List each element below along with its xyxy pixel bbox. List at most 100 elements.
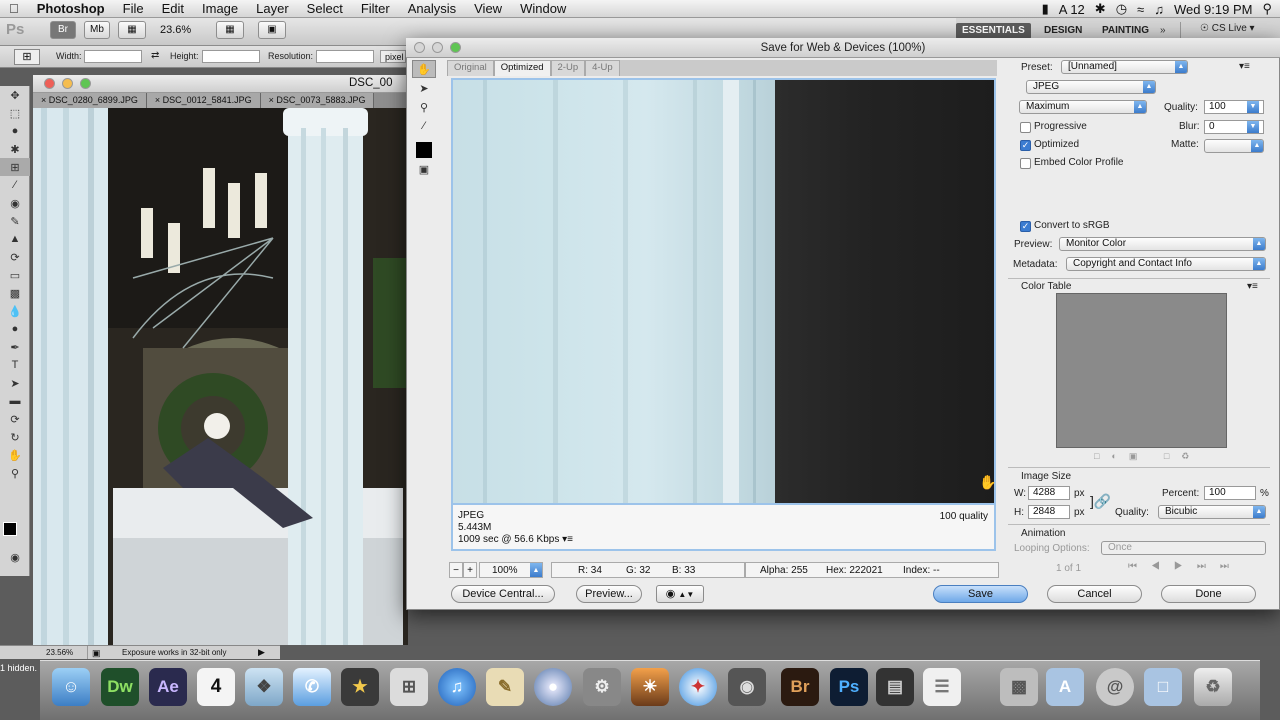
finder-icon[interactable]: ☺ — [52, 668, 90, 706]
preview-app-icon[interactable]: ❖ — [245, 668, 283, 706]
input-badge[interactable]: A 12 — [1059, 2, 1085, 17]
cs-live-button[interactable]: ☉ CS Live ▾ — [1200, 23, 1255, 34]
progressive-checkbox[interactable] — [1020, 122, 1031, 133]
dialog-close-icon[interactable] — [414, 42, 425, 53]
quick-select-tool-icon[interactable]: ✱ — [0, 140, 30, 158]
wifi-icon[interactable]: ≈ — [1137, 2, 1144, 17]
looping-select[interactable]: Once — [1101, 541, 1266, 555]
bridge-button[interactable]: Br — [50, 21, 76, 39]
menu-app[interactable]: Photoshop — [28, 0, 114, 18]
doc-tab[interactable]: × DSC_0012_5841.JPG — [146, 93, 261, 108]
percent-field[interactable]: 100 — [1204, 486, 1256, 500]
screen-mode-icon[interactable]: ▣ — [258, 21, 286, 39]
crop-tool-icon[interactable]: ⊞ — [0, 158, 30, 176]
zoom-out-icon[interactable]: − — [449, 562, 463, 578]
width-field[interactable] — [84, 50, 142, 63]
status-arrow-icon[interactable]: ▶ — [258, 646, 265, 659]
workspace-menu-icon[interactable]: » — [1160, 25, 1166, 36]
color-table-menu-icon[interactable]: ▾≡ — [1247, 281, 1258, 292]
healing-tool-icon[interactable]: ◉ — [0, 194, 30, 212]
embed-profile-checkbox[interactable] — [1020, 158, 1031, 169]
tab-original[interactable]: Original — [447, 60, 494, 76]
apple-icon[interactable]:  — [0, 0, 28, 18]
zoom-in-icon[interactable]: + — [463, 562, 477, 578]
volume-icon[interactable]: ♫ — [1154, 2, 1164, 17]
itunes-icon[interactable]: ♫ — [438, 668, 476, 706]
eyedropper-tool-icon[interactable]: ⁄ — [0, 176, 30, 194]
color-table[interactable] — [1056, 293, 1227, 448]
workspace-painting[interactable]: PAINTING — [1096, 23, 1155, 39]
browser-select[interactable]: ◉ ▲▼ — [656, 585, 704, 603]
save-button[interactable]: Save — [933, 585, 1028, 603]
convert-srgb-checkbox[interactable]: ✓ — [1020, 221, 1031, 232]
bluetooth-icon[interactable]: ✱ — [1095, 1, 1106, 17]
marquee-tool-icon[interactable]: ⬚ — [0, 104, 30, 122]
done-button[interactable]: Done — [1161, 585, 1256, 603]
clock[interactable]: Wed 9:19 PM — [1174, 2, 1253, 17]
ical-icon[interactable]: 4 — [197, 668, 235, 706]
slice-select-tool-icon[interactable]: ➤ — [412, 79, 436, 97]
zoom-tool-icon[interactable]: ⚲ — [0, 464, 30, 482]
3d-orbit-tool-icon[interactable]: ↻ — [0, 428, 30, 446]
brush-tool-icon[interactable]: ✎ — [0, 212, 30, 230]
zoom-select[interactable]: 100% ▲ — [479, 562, 543, 578]
matte-select[interactable]: ▲ — [1204, 139, 1264, 153]
menu-select[interactable]: Select — [298, 0, 352, 18]
tab-optimized[interactable]: Optimized — [493, 60, 551, 76]
dvd-player-icon[interactable]: ● — [534, 668, 572, 706]
safari-icon[interactable]: ✦ — [679, 668, 717, 706]
menu-layer[interactable]: Layer — [247, 0, 298, 18]
quick-mask-icon[interactable]: ◉ — [0, 548, 30, 566]
script-editor-icon[interactable]: ✎ — [486, 668, 524, 706]
calculator-icon[interactable]: ⊞ — [390, 668, 428, 706]
status-icon[interactable]: ▣ — [92, 647, 101, 660]
metadata-select[interactable]: Copyright and Contact Info ▲ — [1066, 257, 1266, 271]
dialog-minimize-icon[interactable] — [432, 42, 443, 53]
blur-tool-icon[interactable]: 💧 — [0, 302, 30, 320]
resolution-field[interactable] — [316, 50, 374, 63]
quality-arrow-icon[interactable]: ▼ — [1247, 101, 1259, 113]
ichat-icon[interactable]: ✆ — [293, 668, 331, 706]
textedit-icon[interactable]: ☰ — [923, 668, 961, 706]
swap-icon[interactable]: ⇄ — [151, 50, 159, 61]
foreground-color-swatch[interactable] — [3, 522, 17, 536]
resample-select[interactable]: Bicubic ▲ — [1158, 505, 1266, 519]
frame-nav-buttons[interactable]: ⏮◀▶⏭⏭ — [1128, 561, 1243, 572]
minimize-icon[interactable] — [62, 78, 73, 89]
width-field[interactable]: 4288 — [1028, 486, 1070, 500]
dodge-tool-icon[interactable]: ● — [0, 320, 30, 338]
preview-button[interactable]: Preview... — [576, 585, 642, 603]
menu-filter[interactable]: Filter — [352, 0, 399, 18]
time-machine-icon[interactable]: ◷ — [1116, 1, 1127, 17]
stamp-tool-icon[interactable]: ▲ — [0, 230, 30, 248]
view-extras-icon[interactable]: ▦ — [118, 21, 146, 39]
after-effects-icon[interactable]: Ae — [149, 668, 187, 706]
tab-4-up[interactable]: 4-Up — [585, 60, 620, 76]
3d-rotate-tool-icon[interactable]: ⟳ — [0, 410, 30, 428]
doc-zoom[interactable]: 23.56% — [36, 646, 88, 659]
height-field[interactable]: 2848 — [1028, 505, 1070, 519]
dreamweaver-icon[interactable]: Dw — [101, 668, 139, 706]
eyedropper-color-swatch-icon[interactable] — [412, 141, 436, 159]
move-tool-icon[interactable]: ✥ — [0, 86, 30, 104]
minibridge-button[interactable]: Mb — [84, 21, 110, 39]
shape-tool-icon[interactable]: ▬ — [0, 392, 30, 410]
height-field[interactable] — [202, 50, 260, 63]
zoom-arrows-icon[interactable]: ▲ — [530, 563, 542, 577]
preset-select[interactable]: [Unnamed] ▲ — [1061, 60, 1188, 74]
tab-2-up[interactable]: 2-Up — [550, 60, 586, 76]
download-menu-icon[interactable]: ▾≡ — [562, 534, 573, 545]
menu-file[interactable]: File — [114, 0, 153, 18]
eraser-tool-icon[interactable]: ▭ — [0, 266, 30, 284]
color-table-buttons[interactable]: □◐▣ □♻ — [1094, 451, 1201, 462]
spotlight-icon[interactable]: ⚲ — [1262, 1, 1272, 17]
optimized-checkbox[interactable]: ✓ — [1020, 140, 1031, 151]
iphoto-icon[interactable]: ☀ — [631, 668, 669, 706]
menu-image[interactable]: Image — [193, 0, 247, 18]
arrange-icon[interactable]: ▦ — [216, 21, 244, 39]
device-central-button[interactable]: Device Central... — [451, 585, 555, 603]
optimize-menu-icon[interactable]: ▾≡ — [1239, 61, 1250, 72]
gradient-tool-icon[interactable]: ▩ — [0, 284, 30, 302]
document-canvas[interactable] — [33, 108, 408, 645]
bridge-icon[interactable]: Br — [781, 668, 819, 706]
